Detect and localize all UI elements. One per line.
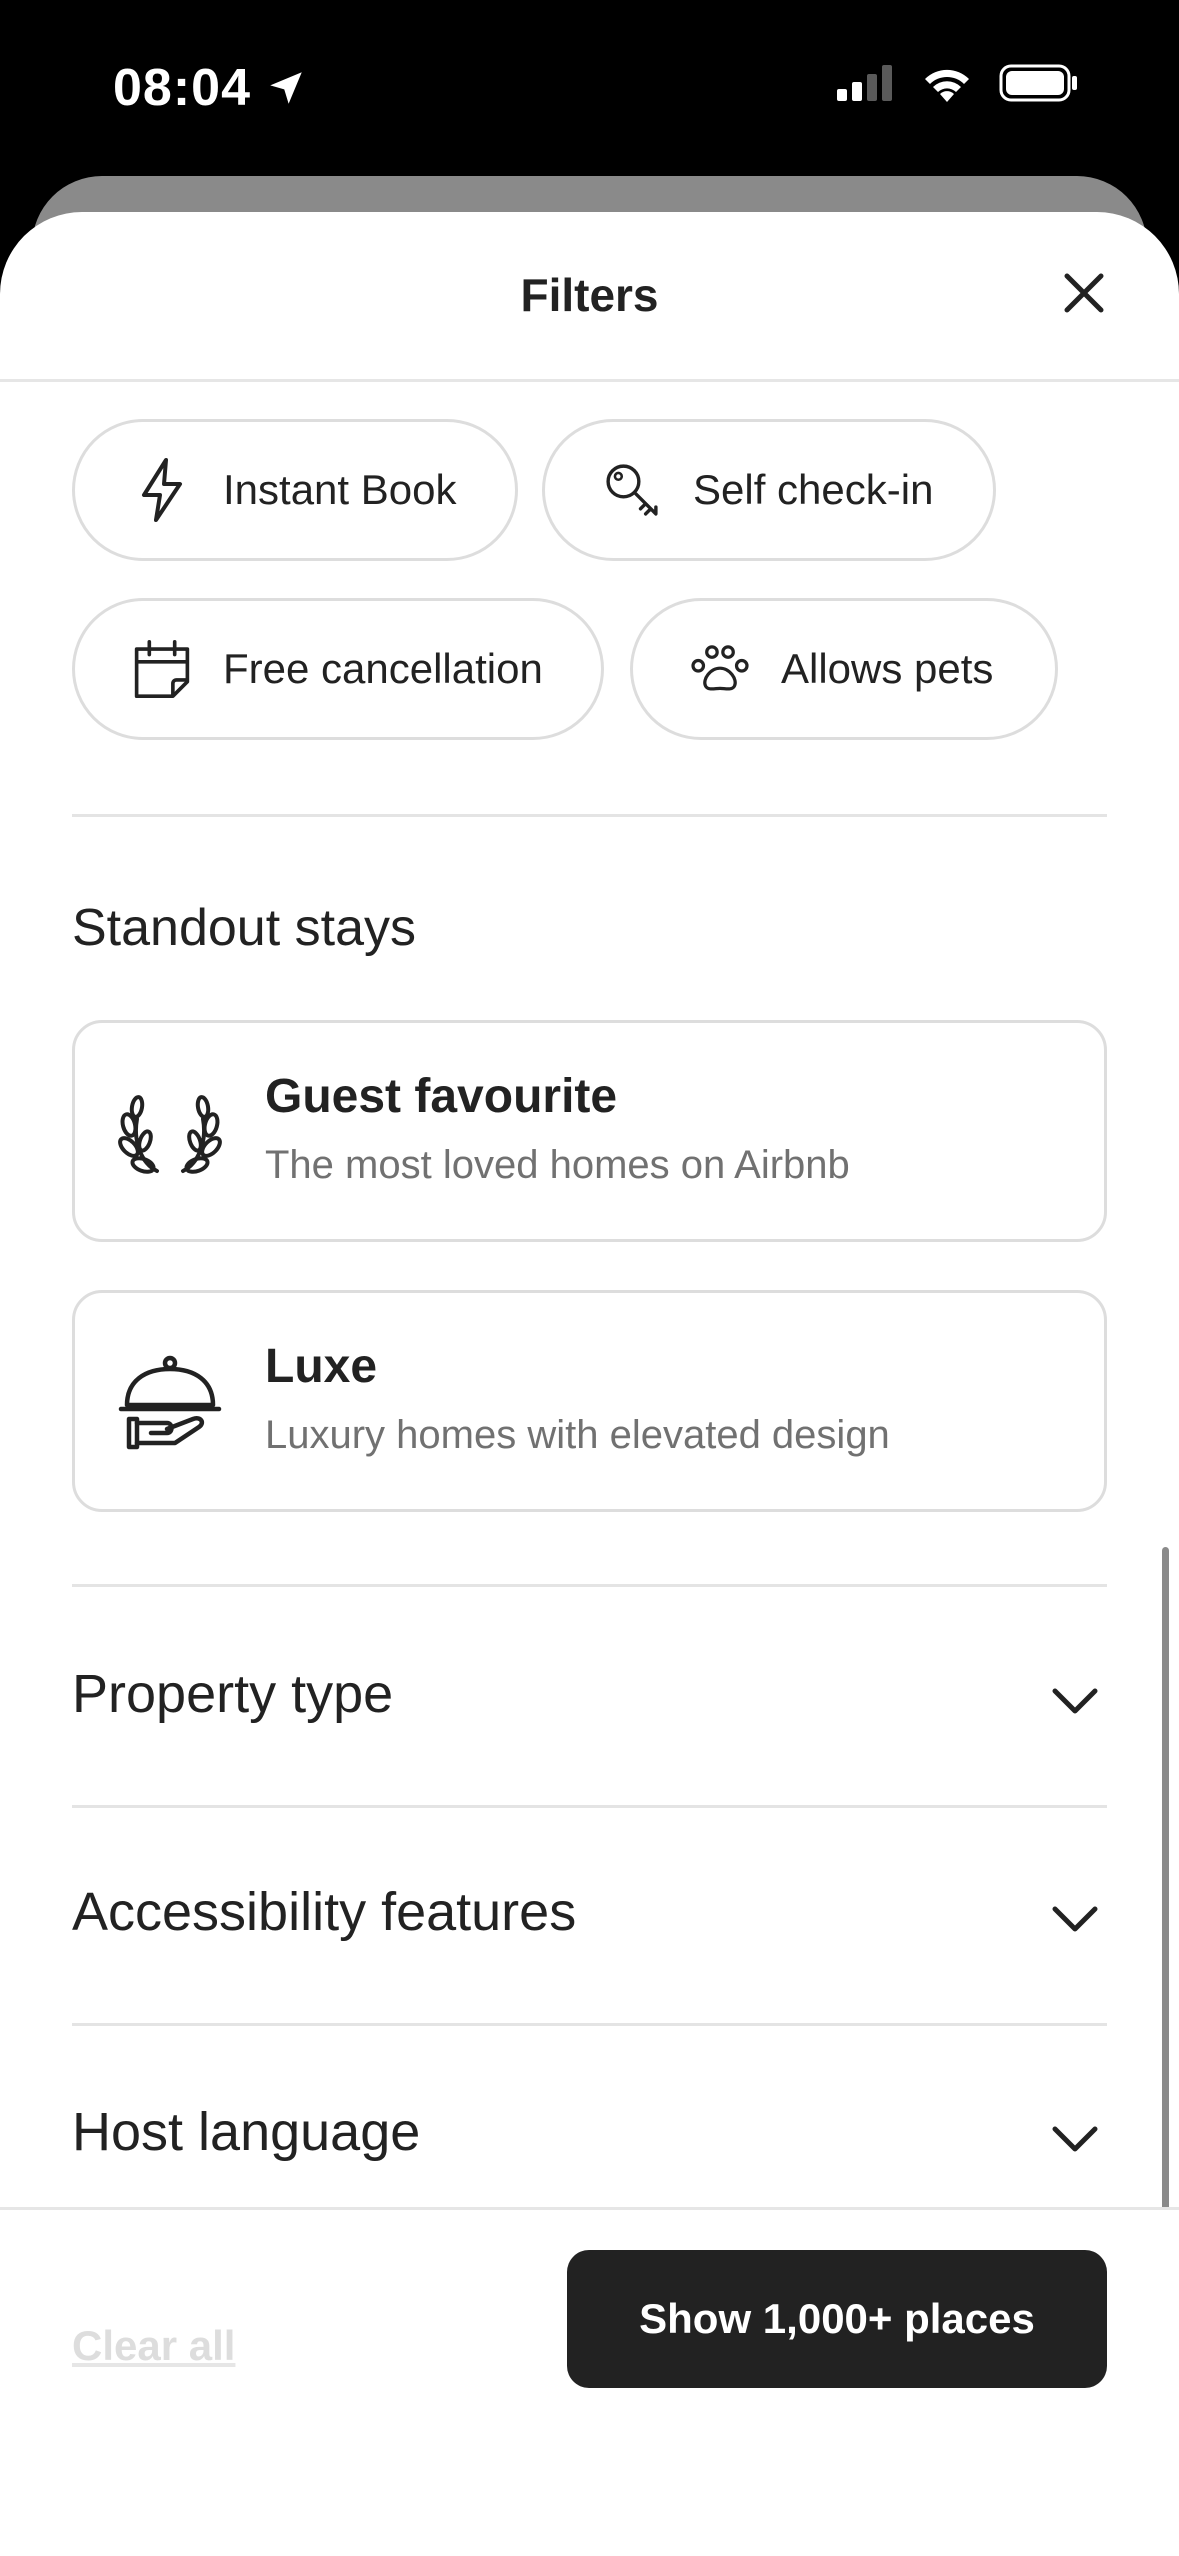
sheet-header: Filters bbox=[0, 212, 1179, 382]
chip-instant-book[interactable]: Instant Book bbox=[72, 419, 518, 561]
status-time: 08:04 bbox=[113, 58, 307, 118]
accordion-label: Property type bbox=[72, 1664, 394, 1724]
status-time-text: 08:04 bbox=[113, 59, 251, 117]
laurel-icon bbox=[118, 1095, 222, 1174]
page-title: Filters bbox=[520, 269, 659, 321]
card-subtitle: The most loved homes on Airbnb bbox=[265, 1143, 850, 1187]
status-icons bbox=[837, 64, 1079, 102]
close-icon[interactable] bbox=[1059, 268, 1109, 318]
card-title: Luxe bbox=[265, 1340, 378, 1393]
wifi-icon bbox=[925, 69, 969, 102]
chip-free-cancellation[interactable]: Free cancellation bbox=[72, 598, 604, 740]
accordion-label: Accessibility features bbox=[72, 1882, 577, 1942]
key-icon bbox=[603, 461, 661, 519]
chevron-down-icon bbox=[1052, 1906, 1098, 1932]
card-luxe[interactable]: Luxe Luxury homes with elevated design bbox=[72, 1290, 1107, 1512]
cellular-signal-icon bbox=[837, 65, 892, 101]
section-title-standout: Standout stays bbox=[72, 899, 416, 957]
lightning-icon bbox=[133, 458, 191, 522]
accordion-accessibility-features[interactable]: Accessibility features bbox=[72, 1805, 1107, 2023]
chip-label: Allows pets bbox=[781, 645, 994, 692]
card-title: Guest favourite bbox=[265, 1070, 618, 1123]
battery-icon bbox=[999, 64, 1077, 102]
clear-all-button[interactable]: Clear all bbox=[72, 2322, 235, 2370]
footer: Clear all Show 1,000+ places bbox=[0, 2207, 1179, 2556]
calendar-icon bbox=[133, 640, 191, 698]
chip-self-check-in[interactable]: Self check-in bbox=[542, 419, 996, 561]
cloche-icon bbox=[118, 1355, 222, 1450]
chip-label: Self check-in bbox=[693, 466, 934, 513]
scrollbar[interactable] bbox=[1162, 1547, 1169, 2247]
location-arrow-icon bbox=[270, 72, 302, 104]
chevron-down-icon bbox=[1052, 2126, 1098, 2152]
filters-sheet: Filters Instant Book Self check-in Free … bbox=[0, 212, 1179, 2556]
divider bbox=[72, 814, 1107, 817]
card-subtitle: Luxury homes with elevated design bbox=[265, 1413, 890, 1457]
show-places-button[interactable]: Show 1,000+ places bbox=[567, 2250, 1107, 2388]
accordion-label: Host language bbox=[72, 2102, 421, 2162]
status-bar: 08:04 bbox=[0, 0, 1179, 175]
accordion-property-type[interactable]: Property type bbox=[72, 1587, 1107, 1805]
chip-label: Free cancellation bbox=[223, 645, 543, 692]
chip-allows-pets[interactable]: Allows pets bbox=[630, 598, 1058, 740]
paw-icon bbox=[691, 640, 749, 698]
card-guest-favourite[interactable]: Guest favourite The most loved homes on … bbox=[72, 1020, 1107, 1242]
chevron-down-icon bbox=[1052, 1688, 1098, 1714]
chip-label: Instant Book bbox=[223, 466, 457, 513]
